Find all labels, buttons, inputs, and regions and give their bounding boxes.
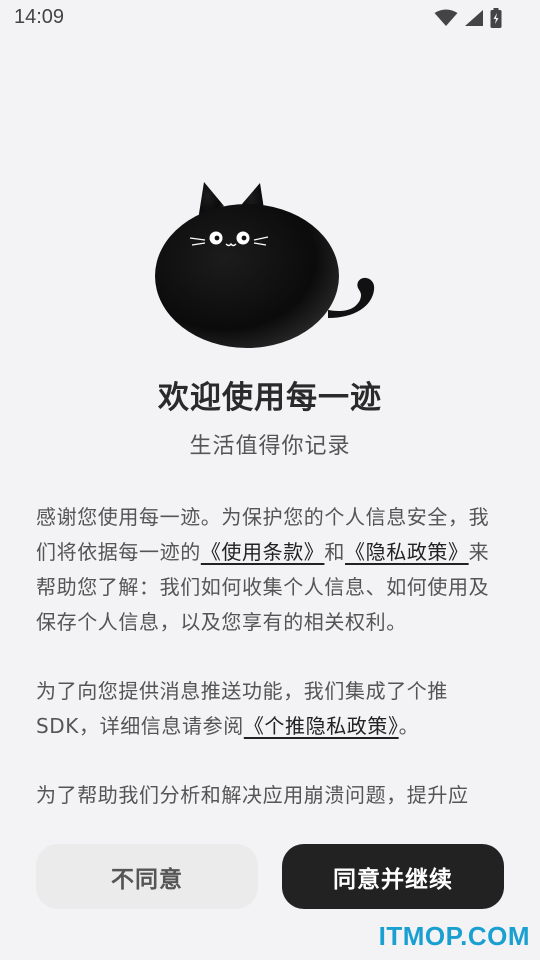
status-time: 14:09 (14, 6, 65, 28)
cell-signal-icon (465, 10, 483, 26)
agree-continue-button[interactable]: 同意并继续 (282, 844, 504, 909)
status-bar: 14:09 (0, 0, 540, 36)
terms-of-use-link[interactable]: 《使用条款》 (201, 540, 325, 564)
agreement-scroll-area[interactable]: 感谢您使用每一迹。为保护您的个人信息安全，我们将依据每一迹的《使用条款》和《隐私… (36, 500, 506, 845)
push-sdk-text-end: 。 (398, 714, 420, 738)
cat-mascot-illustration (155, 182, 375, 348)
agreement-paragraph-push-sdk: 为了向您提供消息推送功能，我们集成了个推SDK，详细信息请参阅《个推隐私政策》。 (36, 674, 506, 744)
welcome-title: 欢迎使用每一迹 (158, 380, 382, 416)
battery-charging-icon (490, 8, 502, 28)
watermark-logo: ITMOP.COM (378, 921, 530, 951)
status-icons (434, 8, 502, 28)
agreement-paragraph-crash: 为了帮助我们分析和解决应用崩溃问题，提升应 (36, 783, 469, 807)
wifi-icon (434, 9, 458, 26)
welcome-subtitle: 生活值得你记录 (189, 434, 351, 459)
privacy-policy-link[interactable]: 《隐私政策》 (345, 540, 469, 564)
disagree-button[interactable]: 不同意 (36, 844, 258, 909)
getui-privacy-policy-link[interactable]: 《个推隐私政策》 (244, 714, 399, 738)
conjunction-text: 和 (324, 540, 346, 564)
agreement-paragraph-intro: 感谢您使用每一迹。为保护您的个人信息安全，我们将依据每一迹的《使用条款》和《隐私… (36, 500, 506, 640)
